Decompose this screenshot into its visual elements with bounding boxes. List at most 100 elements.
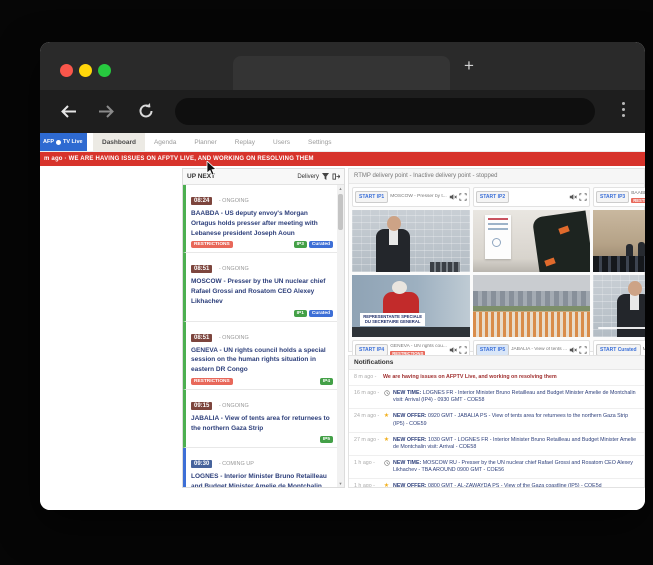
filter-icon[interactable] — [322, 173, 329, 180]
notification-row[interactable]: 27 m ago - ★ NEW OFFER: 1030 GMT - LOGNE… — [349, 433, 644, 456]
collapse-panel-icon[interactable] — [332, 173, 340, 180]
tab-settings[interactable]: Settings — [299, 133, 341, 151]
notifications-title: Notifications — [349, 356, 644, 370]
scroll-down-icon[interactable]: ▼ — [338, 481, 343, 486]
delivery-label: Delivery — [297, 174, 319, 180]
star-icon: ★ — [383, 437, 390, 443]
event-title: MOSCOW - Presser by the UN nuclear chief… — [191, 277, 333, 306]
stream-label: JABALIA - View of tents ... — [511, 347, 567, 353]
delivery-badge-curated: Curated — [309, 310, 333, 317]
scroll-up-icon[interactable]: ▲ — [338, 186, 343, 191]
back-icon[interactable] — [60, 104, 77, 124]
notification-row[interactable]: 16 m ago - NEW TIME: LOGNES FR - Interio… — [349, 386, 644, 409]
video-curated-moscow[interactable] — [593, 275, 645, 337]
notification-time: 24 m ago - — [354, 413, 380, 419]
tab-users[interactable]: Users — [264, 133, 299, 151]
maximize-window-button[interactable] — [98, 64, 111, 77]
tab-replay[interactable]: Replay — [226, 133, 264, 151]
up-next-panel: UP NEXT Delivery 08:24 - ONGOING BAABDA … — [182, 168, 345, 488]
minimize-window-button[interactable] — [79, 64, 92, 77]
event-time: 08:51 — [191, 334, 212, 342]
notification-text: NEW OFFER: 0920 GMT - JABALIA PS - View … — [393, 413, 639, 427]
afp-tv-live-logo[interactable]: AFP TV Live — [40, 133, 87, 151]
video-ip3-baabda[interactable] — [593, 210, 645, 272]
video-ip5-jabalia[interactable] — [473, 275, 590, 337]
dashboard-content: UP NEXT Delivery 08:24 - ONGOING BAABDA … — [40, 166, 645, 510]
stream-label: GENEVA - UN rights cou... — [390, 344, 447, 350]
event-status: - ONGOING — [219, 266, 249, 272]
delivery-badge-ip: IP3 — [294, 241, 307, 248]
notification-text: NEW TIME: MOSCOW RU - Presser by the UN … — [393, 460, 639, 474]
mute-icon[interactable] — [449, 193, 457, 201]
stream-controls-ip1: START IP1 MOSCOW - Presser by t... — [352, 187, 470, 207]
mute-icon[interactable] — [449, 346, 457, 354]
browser-navbar — [40, 90, 645, 133]
fullscreen-icon[interactable] — [579, 193, 587, 201]
event-card[interactable]: 08:24 - ONGOING BAABDA - US deputy envoy… — [183, 185, 337, 253]
event-status: - ONGOING — [219, 403, 249, 409]
up-next-title: UP NEXT — [187, 173, 297, 180]
event-time: 09:15 — [191, 402, 212, 410]
mute-icon[interactable] — [569, 346, 577, 354]
stream-controls-ip3: START IP3 BAABDA - US deputy en... RESTR… — [593, 187, 645, 207]
fullscreen-icon[interactable] — [459, 193, 467, 201]
video-ip4-geneva[interactable]: REPRESENTANTE SPECIALE DU SECRETAIRE GEN… — [352, 275, 470, 337]
restrictions-badge: RESTRICTIONS — [191, 378, 233, 385]
event-title: JABALIA - View of tents area for returne… — [191, 414, 333, 434]
event-time: 09:30 — [191, 460, 212, 468]
rtmp-header: RTMP delivery point - Inactive delivery … — [349, 169, 644, 184]
forward-icon[interactable] — [98, 104, 115, 124]
scrollbar-thumb[interactable] — [338, 194, 343, 230]
event-status: - ONGOING — [219, 335, 249, 341]
notification-row[interactable]: 8 m ago - We are having issues on AFPTV … — [349, 370, 644, 386]
event-card[interactable]: 09:30 - COMING UP LOGNES - Interior Mini… — [183, 448, 337, 487]
browser-tab[interactable] — [233, 56, 450, 90]
event-time: 08:24 — [191, 197, 212, 205]
notification-row[interactable]: 1 h ago - ★ NEW OFFER: 0800 GMT - AL-ZAW… — [349, 479, 644, 488]
clock-icon — [383, 390, 390, 398]
app-header: AFP TV Live Dashboard Agenda Planner Rep… — [40, 133, 645, 152]
event-title: LOGNES - Interior Minister Bruno Retaill… — [191, 472, 333, 487]
fullscreen-icon[interactable] — [579, 346, 587, 354]
event-card[interactable]: 08:51 - ONGOING MOSCOW - Presser by the … — [183, 253, 337, 321]
tab-planner[interactable]: Planner — [185, 133, 225, 151]
notification-time: 16 m ago - — [354, 390, 380, 396]
video-ip2[interactable] — [473, 210, 590, 272]
event-status: - COMING UP — [219, 461, 254, 467]
start-ip1-button[interactable]: START IP1 — [355, 191, 388, 203]
new-tab-button[interactable]: + — [458, 55, 480, 77]
delivery-badge-ip: IP1 — [294, 310, 307, 317]
mouse-cursor — [206, 161, 217, 182]
browser-menu-icon[interactable] — [622, 102, 625, 117]
delivery-badge-curated: Curated — [309, 241, 333, 248]
stream-controls-ip2: START IP2 — [473, 187, 590, 207]
seek-bar[interactable] — [598, 327, 645, 329]
close-window-button[interactable] — [60, 64, 73, 77]
star-icon: ★ — [383, 483, 390, 488]
notification-text: NEW TIME: LOGNES FR - Interior Minister … — [393, 390, 639, 404]
event-title: GENEVA - UN rights council holds a speci… — [191, 346, 333, 375]
notification-text: NEW OFFER: 0800 GMT - AL-ZAWAYDA PS - Vi… — [393, 483, 602, 488]
start-ip3-button[interactable]: START IP3 — [596, 191, 629, 203]
notification-row[interactable]: 24 m ago - ★ NEW OFFER: 0920 GMT - JABAL… — [349, 409, 644, 432]
mute-icon[interactable] — [569, 193, 577, 201]
refresh-icon[interactable] — [137, 102, 155, 125]
event-time: 08:51 — [191, 265, 212, 273]
address-bar[interactable] — [175, 98, 595, 125]
event-card[interactable]: 08:51 - ONGOING GENEVA - UN rights counc… — [183, 322, 337, 390]
fullscreen-icon[interactable] — [459, 346, 467, 354]
notification-row[interactable]: 1 h ago - NEW TIME: MOSCOW RU - Presser … — [349, 456, 644, 479]
delivery-badge-ip: IP4 — [320, 378, 333, 385]
clock-icon — [383, 460, 390, 468]
tab-dashboard[interactable]: Dashboard — [93, 133, 145, 151]
notification-text: We are having issues on AFPTV Live, and … — [383, 374, 557, 381]
notification-time: 27 m ago - — [354, 437, 380, 443]
event-card[interactable]: 09:15 - ONGOING JABALIA - View of tents … — [183, 390, 337, 449]
tab-agenda[interactable]: Agenda — [145, 133, 185, 151]
browser-window: + AFP TV Live Dashboard Agenda Planner R… — [40, 42, 645, 510]
event-title: BAABDA - US deputy envoy's Morgan Ortagu… — [191, 209, 333, 238]
up-next-list: 08:24 - ONGOING BAABDA - US deputy envoy… — [183, 185, 344, 487]
up-next-scrollbar[interactable]: ▲ ▼ — [337, 185, 344, 487]
video-ip1-moscow[interactable] — [352, 210, 470, 272]
start-ip2-button[interactable]: START IP2 — [476, 191, 509, 203]
